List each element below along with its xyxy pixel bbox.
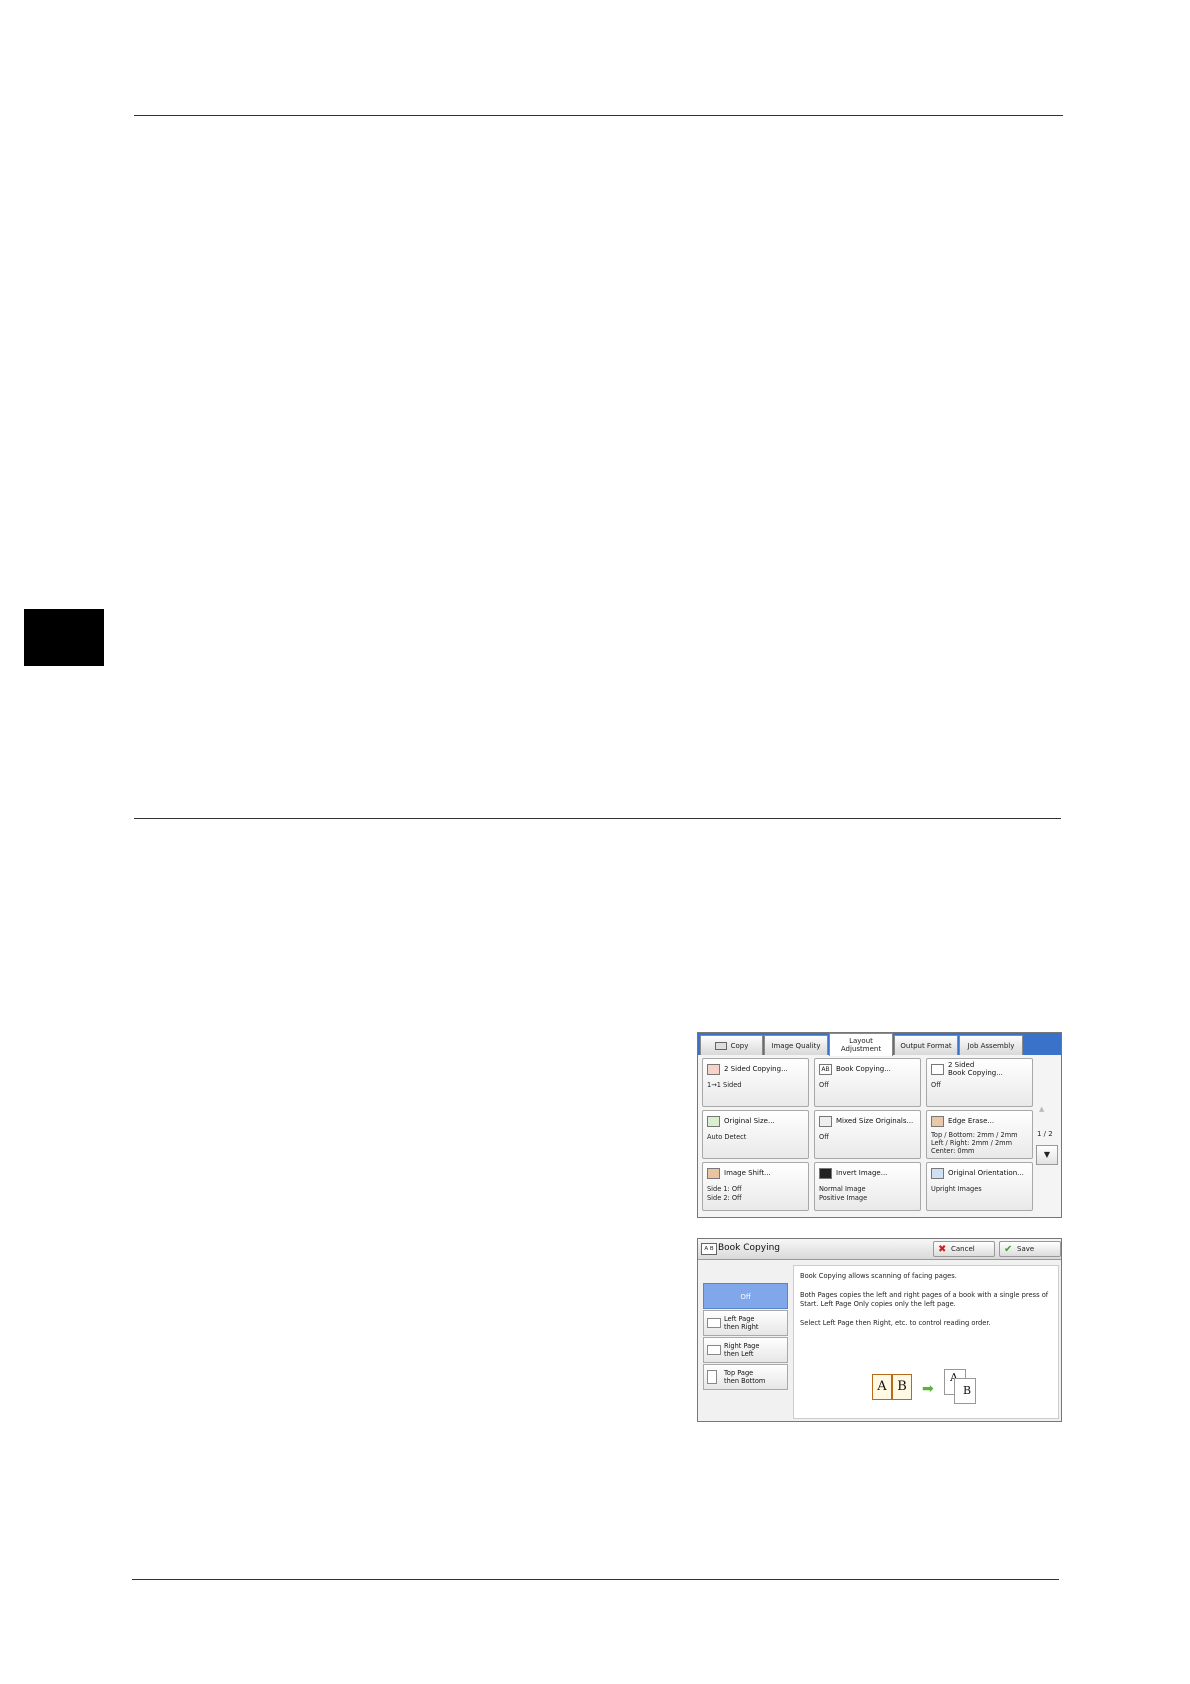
feature-label: 2 Sided Book Copying... <box>948 1061 1003 1077</box>
image-shift-button[interactable]: Image Shift... Side 1: Off Side 2: Off <box>702 1162 809 1211</box>
header-rule <box>134 115 1063 116</box>
feature-value: Upright Images <box>931 1185 982 1193</box>
feature-label: Invert Image... <box>836 1169 888 1177</box>
tab-image-quality[interactable]: Image Quality <box>764 1035 828 1055</box>
invert-image-button[interactable]: Invert Image... Normal Image Positive Im… <box>814 1162 921 1211</box>
option-label: Top Page then Bottom <box>724 1369 766 1385</box>
two-sided-book-icon <box>931 1064 944 1075</box>
option-left-page-then-right[interactable]: Left Page then Right <box>703 1310 788 1336</box>
description-text: Book Copying allows scanning of facing p… <box>800 1272 957 1280</box>
save-label: Save <box>1017 1245 1035 1253</box>
edge-erase-button[interactable]: Edge Erase... Top / Bottom: 2mm / 2mm Le… <box>926 1110 1033 1159</box>
feature-label: Mixed Size Originals... <box>836 1117 914 1125</box>
description-text: Both Pages copies the left and right pag… <box>800 1291 1049 1308</box>
feature-label: Original Size... <box>724 1117 775 1125</box>
screen-title: Book Copying <box>718 1243 781 1253</box>
sheet-b: B <box>954 1378 976 1404</box>
original-orientation-button[interactable]: Original Orientation... Upright Images <box>926 1162 1033 1211</box>
page-up-arrow-icon: ▲ <box>1039 1105 1045 1113</box>
option-off[interactable]: Off <box>703 1283 788 1309</box>
tab-label: Copy <box>730 1041 749 1050</box>
cancel-button[interactable]: ✖ Cancel <box>933 1241 995 1257</box>
feature-value: Off <box>819 1081 829 1089</box>
close-icon: ✖ <box>938 1244 947 1255</box>
tab-copy[interactable]: Copy <box>700 1035 763 1055</box>
description-text: Select Left Page then Right, etc. to con… <box>800 1319 991 1327</box>
option-right-page-then-left[interactable]: Right Page then Left <box>703 1337 788 1363</box>
option-label: Off <box>740 1293 751 1301</box>
mixed-size-icon <box>819 1116 832 1127</box>
feature-value: Off <box>819 1133 829 1141</box>
book-copying-icon: A B <box>701 1243 717 1255</box>
book-copying-icon: AB <box>819 1064 832 1075</box>
copy-icon <box>714 1041 727 1050</box>
chapter-tab <box>24 609 104 666</box>
book-left-page: A <box>872 1374 892 1400</box>
two-sided-book-copying-button[interactable]: 2 Sided Book Copying... Off <box>926 1058 1033 1107</box>
feature-value: Side 1: Off Side 2: Off <box>707 1185 742 1202</box>
feature-value: 1→1 Sided <box>707 1081 742 1089</box>
tab-label: Output Format <box>900 1041 952 1050</box>
tab-label: Layout Adjustment <box>840 1037 882 1053</box>
mixed-size-originals-button[interactable]: Mixed Size Originals... Off <box>814 1110 921 1159</box>
tab-layout-adjustment[interactable]: Layout Adjustment <box>829 1033 893 1056</box>
feature-value: Normal Image Positive Image <box>819 1185 868 1202</box>
edge-erase-icon <box>931 1116 944 1127</box>
original-size-icon <box>707 1116 720 1127</box>
tab-label: Image Quality <box>771 1041 821 1050</box>
feature-label: Image Shift... <box>724 1169 771 1177</box>
cancel-label: Cancel <box>951 1245 975 1253</box>
description-panel: Book Copying allows scanning of facing p… <box>793 1265 1059 1419</box>
option-top-page-then-bottom[interactable]: Top Page then Bottom <box>703 1364 788 1390</box>
page-indicator: 1 / 2 <box>1037 1130 1053 1138</box>
tab-job-assembly[interactable]: Job Assembly <box>959 1035 1023 1055</box>
option-label: Right Page then Left <box>724 1342 760 1358</box>
save-button[interactable]: ✔ Save <box>999 1241 1061 1257</box>
image-shift-icon <box>707 1168 720 1179</box>
feature-label: 2 Sided Copying... <box>724 1065 788 1073</box>
tab-output-format[interactable]: Output Format <box>894 1035 958 1055</box>
page-down-button[interactable]: ▼ <box>1036 1145 1058 1165</box>
feature-label: Original Orientation... <box>948 1169 1024 1177</box>
two-sided-copying-button[interactable]: 2 Sided Copying... 1→1 Sided <box>702 1058 809 1107</box>
arrow-right-icon: ➡ <box>922 1381 934 1397</box>
orientation-icon <box>931 1168 944 1179</box>
footer-rule <box>132 1579 1059 1580</box>
invert-image-icon <box>819 1168 832 1179</box>
book-copying-button[interactable]: AB Book Copying... Off <box>814 1058 921 1107</box>
open-book-icon <box>707 1345 721 1355</box>
calendar-book-icon <box>707 1370 717 1384</box>
book-copying-screen: A B Book Copying ✖ Cancel ✔ Save Off Lef… <box>697 1238 1062 1422</box>
book-copying-options: Off Left Page then Right Right Page then… <box>703 1283 788 1390</box>
feature-value: Auto Detect <box>707 1133 747 1141</box>
page-scroll-column: ▲ 1 / 2 ▼ <box>1035 1057 1061 1217</box>
checkmark-icon: ✔ <box>1004 1244 1013 1255</box>
original-size-button[interactable]: Original Size... Auto Detect <box>702 1110 809 1159</box>
layout-adjustment-screen: Copy Image Quality Layout Adjustment Out… <box>697 1032 1062 1218</box>
feature-value: Off <box>931 1081 941 1089</box>
feature-label: Edge Erase... <box>948 1117 995 1125</box>
tab-label: Job Assembly <box>967 1041 1015 1050</box>
option-label: Left Page then Right <box>724 1315 759 1331</box>
title-bar: A B Book Copying ✖ Cancel ✔ Save <box>698 1239 1061 1260</box>
feature-label: Book Copying... <box>836 1065 891 1073</box>
open-book-icon: A B <box>872 1374 914 1404</box>
duplex-icon <box>707 1064 720 1075</box>
book-right-page: B <box>892 1374 912 1400</box>
section-rule <box>134 818 1061 819</box>
open-book-icon <box>707 1318 721 1328</box>
book-copying-illustration: A B ➡ A B <box>872 1369 982 1409</box>
feature-value: Top / Bottom: 2mm / 2mm Left / Right: 2m… <box>931 1131 1018 1155</box>
